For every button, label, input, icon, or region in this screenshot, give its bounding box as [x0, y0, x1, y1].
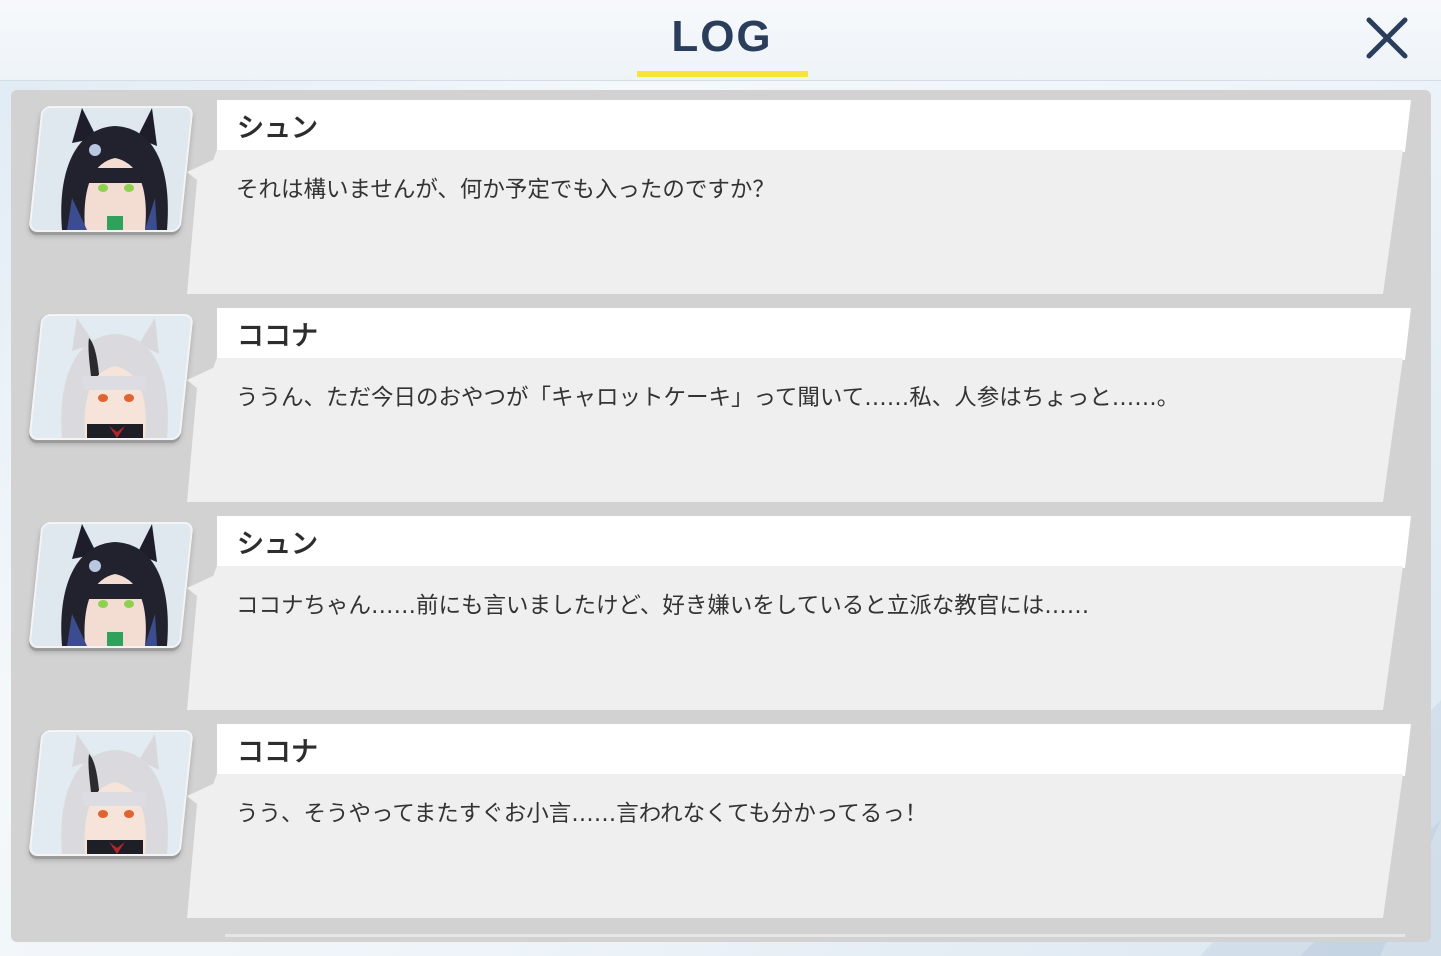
dialogue-bubble: シュン それは構いませんが、何か予定でも入ったのですか？	[187, 100, 1411, 294]
log-list[interactable]: シュン それは構いませんが、何か予定でも入ったのですか？ ココナ ううん、ただ今…	[11, 90, 1431, 942]
speaker-name: シュン	[237, 113, 318, 144]
avatar-shun	[28, 106, 194, 232]
log-entry: ココナ ううん、ただ今日のおやつが「キャロットケーキ」って聞いて……私、人参はち…	[11, 298, 1431, 502]
dialogue-text: ううん、ただ今日のおやつが「キャロットケーキ」って聞いて……私、人参はちょっと……	[236, 385, 1180, 411]
log-entry: シュン それは構いませんが、何か予定でも入ったのですか？	[11, 90, 1431, 294]
close-icon	[1366, 17, 1408, 59]
shun-portrait-icon	[28, 524, 194, 646]
log-entry: ココナ うう、そうやってまたすぐお小言……言われなくても分かってるっ！	[11, 714, 1431, 918]
log-header: LOG	[0, 0, 1441, 81]
title-underline	[637, 71, 808, 77]
speaker-name: ココナ	[237, 321, 318, 352]
dialogue-bubble: ココナ ううん、ただ今日のおやつが「キャロットケーキ」って聞いて……私、人参はち…	[187, 308, 1411, 502]
dialogue-bubble: ココナ うう、そうやってまたすぐお小言……言われなくても分かってるっ！	[187, 724, 1411, 918]
page-title: LOG	[671, 12, 773, 61]
speaker-name: シュン	[237, 529, 318, 560]
avatar-shun	[28, 522, 194, 648]
speaker-name: ココナ	[237, 737, 318, 768]
kokona-portrait-icon	[28, 732, 194, 854]
kokona-portrait-icon	[28, 316, 194, 438]
avatar-kokona	[28, 314, 194, 440]
avatar-kokona	[28, 730, 194, 856]
dialogue-text: ココナちゃん……前にも言いましたけど、好き嫌いをしていると立派な教官には……	[236, 593, 1090, 619]
dialogue-bubble: シュン ココナちゃん……前にも言いましたけど、好き嫌いをしていると立派な教官には…	[187, 516, 1411, 710]
scroll-end-line	[225, 934, 1405, 937]
log-entry: シュン ココナちゃん……前にも言いましたけど、好き嫌いをしていると立派な教官には…	[11, 506, 1431, 710]
dialogue-text: それは構いませんが、何か予定でも入ったのですか？	[236, 177, 775, 203]
shun-portrait-icon	[28, 108, 194, 230]
close-button[interactable]	[1362, 13, 1412, 63]
dialogue-text: うう、そうやってまたすぐお小言……言われなくても分かってるっ！	[236, 801, 928, 827]
